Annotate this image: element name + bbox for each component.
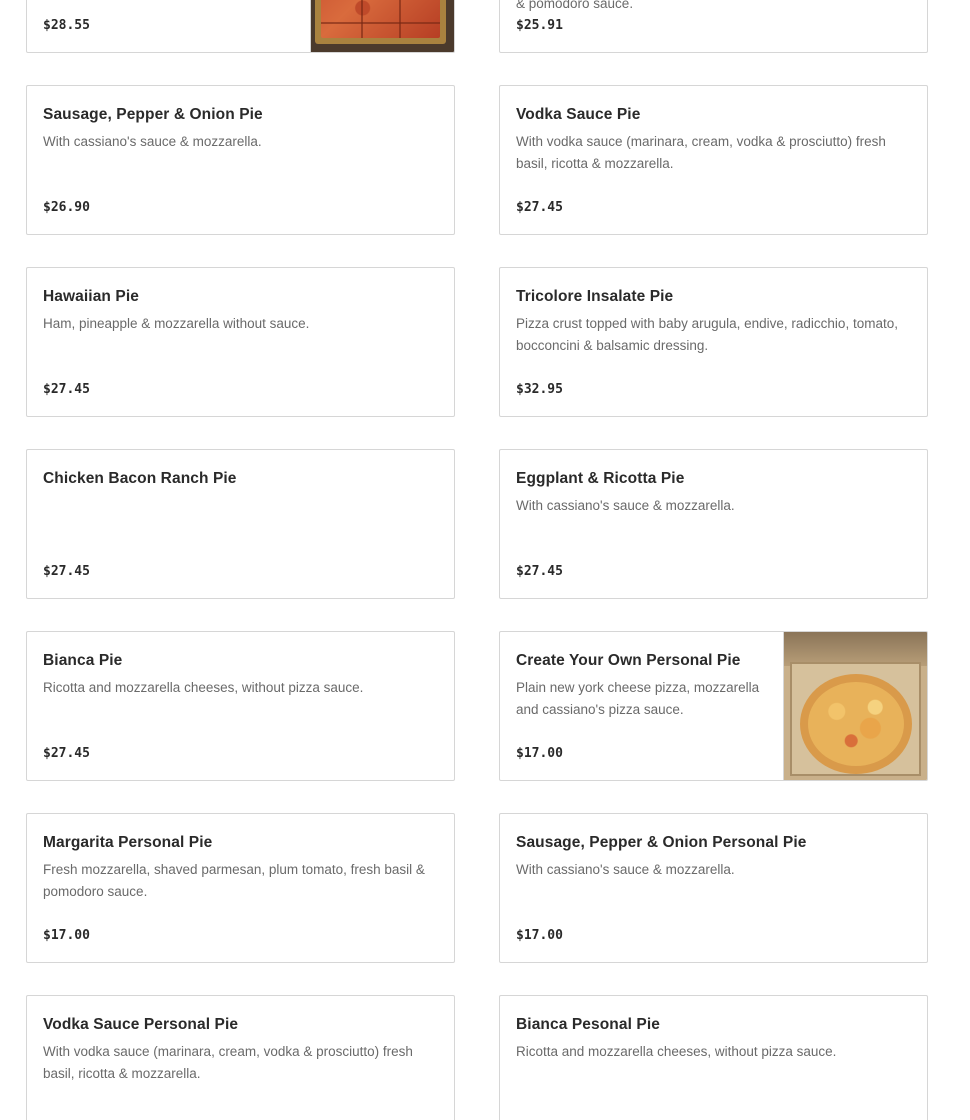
menu-item-description: With cassiano's sauce & mozzarella.: [516, 498, 735, 513]
menu-item-price: $27.45: [43, 564, 90, 579]
menu-page: $28.55 & pomodoro sauce. $25.91 Sausage,…: [0, 0, 970, 1120]
menu-item-name: Bianca Pie: [43, 652, 123, 669]
menu-item-body: Vodka Sauce Pie With vodka sauce (marina…: [516, 104, 911, 234]
menu-item-card[interactable]: Sausage, Pepper & Onion Personal Pie Wit…: [499, 813, 928, 963]
menu-item-card[interactable]: & pomodoro sauce. $25.91: [499, 0, 928, 53]
menu-item-price: $27.45: [43, 382, 90, 397]
menu-item-card[interactable]: Hawaiian Pie Ham, pineapple & mozzarella…: [26, 267, 455, 417]
menu-item-description: Pizza crust topped with baby arugula, en…: [516, 316, 898, 353]
menu-item-card[interactable]: Vodka Sauce Personal Pie With vodka sauc…: [26, 995, 455, 1120]
menu-item-body: Eggplant & Ricotta Pie With cassiano's s…: [516, 468, 911, 598]
menu-item-body: Vodka Sauce Personal Pie With vodka sauc…: [43, 1014, 438, 1120]
menu-item-price: $27.45: [516, 564, 563, 579]
menu-item-body: Margarita Personal Pie Fresh mozzarella,…: [43, 832, 438, 962]
menu-item-name: Sausage, Pepper & Onion Personal Pie: [516, 834, 807, 851]
menu-item-body: Sausage, Pepper & Onion Personal Pie Wit…: [516, 832, 911, 962]
menu-item-name: Eggplant & Ricotta Pie: [516, 470, 685, 487]
menu-item-description: & pomodoro sauce.: [516, 0, 911, 15]
menu-item-price: $27.45: [516, 200, 563, 215]
menu-item-card[interactable]: Create Your Own Personal Pie Plain new y…: [499, 631, 928, 781]
menu-item-description: Ricotta and mozzarella cheeses, without …: [516, 1044, 837, 1059]
menu-item-body: Hawaiian Pie Ham, pineapple & mozzarella…: [43, 286, 438, 416]
menu-item-card[interactable]: Bianca Pie Ricotta and mozzarella cheese…: [26, 631, 455, 781]
menu-item-body: Chicken Bacon Ranch Pie: [43, 468, 438, 598]
menu-item-card[interactable]: Eggplant & Ricotta Pie With cassiano's s…: [499, 449, 928, 599]
menu-item-card[interactable]: Tricolore Insalate Pie Pizza crust toppe…: [499, 267, 928, 417]
menu-item-description: Ham, pineapple & mozzarella without sauc…: [43, 316, 310, 331]
menu-item-body: Tricolore Insalate Pie Pizza crust toppe…: [516, 286, 911, 416]
menu-item-body: Bianca Pie Ricotta and mozzarella cheese…: [43, 650, 438, 780]
menu-item-price: $28.55: [43, 18, 90, 33]
menu-item-description: With vodka sauce (marinara, cream, vodka…: [516, 134, 886, 171]
menu-item-price: $32.95: [516, 382, 563, 397]
menu-item-price: $17.00: [43, 928, 90, 943]
menu-item-description: Ricotta and mozzarella cheeses, without …: [43, 680, 364, 695]
menu-item-price: $17.00: [516, 928, 563, 943]
menu-item-body: Sausage, Pepper & Onion Pie With cassian…: [43, 104, 438, 234]
menu-item-name: Bianca Pesonal Pie: [516, 1016, 660, 1033]
menu-item-price: $27.45: [43, 746, 90, 761]
menu-item-price: $17.00: [516, 746, 563, 761]
menu-item-price: $25.91: [516, 18, 563, 33]
menu-item-name: Create Your Own Personal Pie: [516, 652, 741, 669]
menu-item-name: Chicken Bacon Ranch Pie: [43, 470, 237, 487]
menu-item-name: Sausage, Pepper & Onion Pie: [43, 106, 263, 123]
menu-item-description: Fresh mozzarella, shaved parmesan, plum …: [43, 862, 425, 899]
menu-grid: $28.55 & pomodoro sauce. $25.91 Sausage,…: [26, 0, 928, 1120]
menu-item-body: Bianca Pesonal Pie Ricotta and mozzarell…: [516, 1014, 911, 1120]
menu-item-name: Margarita Personal Pie: [43, 834, 213, 851]
menu-item-price: $26.90: [43, 200, 90, 215]
menu-item-card[interactable]: Bianca Pesonal Pie Ricotta and mozzarell…: [499, 995, 928, 1120]
menu-item-card[interactable]: Vodka Sauce Pie With vodka sauce (marina…: [499, 85, 928, 235]
menu-item-description: With cassiano's sauce & mozzarella.: [516, 862, 735, 877]
personal-pie-in-box-photo: [783, 632, 927, 780]
menu-item-description: With cassiano's sauce & mozzarella.: [43, 134, 262, 149]
sicilian-square-pie-photo: [310, 0, 454, 52]
menu-item-card[interactable]: Sausage, Pepper & Onion Pie With cassian…: [26, 85, 455, 235]
menu-item-name: Vodka Sauce Pie: [516, 106, 641, 123]
menu-item-name: Tricolore Insalate Pie: [516, 288, 674, 305]
menu-item-name: Hawaiian Pie: [43, 288, 139, 305]
menu-item-card[interactable]: Margarita Personal Pie Fresh mozzarella,…: [26, 813, 455, 963]
menu-item-name: Vodka Sauce Personal Pie: [43, 1016, 239, 1033]
menu-item-description: Plain new york cheese pizza, mozzarella …: [516, 680, 760, 717]
menu-item-card[interactable]: $28.55: [26, 0, 455, 53]
menu-item-body: & pomodoro sauce.: [516, 0, 911, 52]
menu-item-description: With vodka sauce (marinara, cream, vodka…: [43, 1044, 413, 1081]
menu-item-description-text: & pomodoro sauce.: [516, 0, 634, 11]
menu-item-card[interactable]: Chicken Bacon Ranch Pie $27.45: [26, 449, 455, 599]
